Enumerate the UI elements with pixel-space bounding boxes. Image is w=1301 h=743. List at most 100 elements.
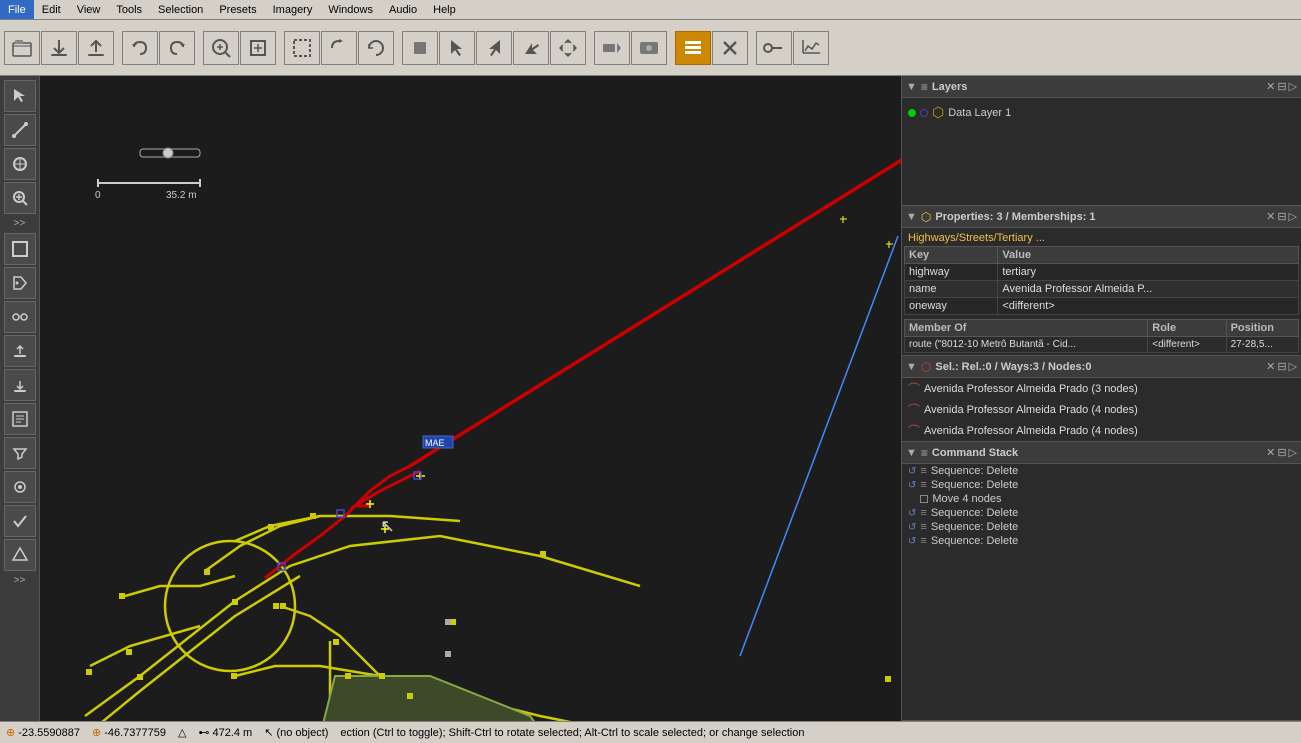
refresh-button[interactable]	[358, 31, 394, 65]
sel-collapse-icon[interactable]: ▼	[906, 361, 917, 373]
delete-button[interactable]	[712, 31, 748, 65]
cmd-label-5: Sequence: Delete	[931, 535, 1018, 547]
sel-expand-btn[interactable]: ▷	[1289, 360, 1297, 373]
layers-expand-btn[interactable]: ▷	[1289, 80, 1297, 93]
sel-road-icon-2: ⌒	[908, 422, 920, 439]
audio1-button[interactable]	[594, 31, 630, 65]
prop-row-oneway[interactable]: oneway <different>	[905, 298, 1299, 315]
cmd-icon-4: ↺	[908, 522, 916, 533]
paint-tool-sidebar[interactable]	[4, 471, 36, 503]
member-row-0[interactable]: route ("8012-10 Metrô Butantã - Cid... <…	[905, 337, 1299, 353]
props-collapse-icon[interactable]: ▼	[906, 211, 917, 223]
cmd-detach-btn[interactable]: ⊟	[1277, 446, 1286, 459]
download-button[interactable]	[41, 31, 77, 65]
select-tool-sidebar[interactable]	[4, 80, 36, 112]
select2-tool-button[interactable]	[476, 31, 512, 65]
menu-windows[interactable]: Windows	[320, 0, 381, 19]
zoom-extent-button[interactable]	[203, 31, 239, 65]
upload-button[interactable]	[78, 31, 114, 65]
check-tool-sidebar[interactable]	[4, 505, 36, 537]
cmd-icon-5: ↺	[908, 536, 916, 547]
cmd-expand-btn[interactable]: ▷	[1289, 446, 1297, 459]
node-tool-sidebar[interactable]	[4, 148, 36, 180]
audio2-button[interactable]	[631, 31, 667, 65]
select3-tool-button[interactable]	[513, 31, 549, 65]
menu-view[interactable]: View	[69, 0, 109, 19]
layer-item: ⬡ Data Layer 1	[906, 102, 1297, 123]
menu-imagery[interactable]: Imagery	[265, 0, 321, 19]
main-area: >> >>	[0, 76, 1301, 721]
line-tool-sidebar[interactable]	[4, 114, 36, 146]
select-tool-button[interactable]	[439, 31, 475, 65]
sel-detach-btn[interactable]: ⊟	[1277, 360, 1286, 373]
status-selection: ↖ (no object)	[264, 726, 328, 739]
layers-detach-btn[interactable]: ⊟	[1277, 80, 1286, 93]
menu-file[interactable]: File	[0, 0, 34, 19]
cmd-icon-1: ↺	[908, 480, 916, 491]
selection-header: ▼ ⬡ Sel.: Rel.:0 / Ways:3 / Nodes:0 ✕ ⊟ …	[902, 356, 1301, 378]
open-button[interactable]	[4, 31, 40, 65]
prop-row-name[interactable]: name Avenida Professor Almeida P...	[905, 281, 1299, 298]
tag-tool-sidebar[interactable]	[4, 267, 36, 299]
shape-tool-sidebar[interactable]	[4, 539, 36, 571]
area-tool-sidebar[interactable]	[4, 233, 36, 265]
prop-val-oneway: <different>	[998, 298, 1299, 315]
select-area-button[interactable]	[284, 31, 320, 65]
prop-row-highway[interactable]: highway tertiary	[905, 264, 1299, 281]
track-button[interactable]	[756, 31, 792, 65]
map-canvas[interactable]: MAE 0 35.2 m ↖	[40, 76, 901, 721]
props-expand-btn[interactable]: ▷	[1289, 210, 1297, 223]
cmd-item-4[interactable]: ↺ ≡ Sequence: Delete	[902, 520, 1301, 534]
undo-button[interactable]	[122, 31, 158, 65]
cmd-item-5[interactable]: ↺ ≡ Sequence: Delete	[902, 534, 1301, 548]
sel-close-btn[interactable]: ✕	[1266, 360, 1275, 373]
cmd-close-btn[interactable]: ✕	[1266, 446, 1275, 459]
lat-icon: ⊕	[6, 726, 15, 739]
sel-item-label-2: Avenida Professor Almeida Prado (4 nodes…	[924, 425, 1138, 437]
layer-name[interactable]: Data Layer 1	[948, 107, 1011, 119]
layers-collapse-icon[interactable]: ▼	[906, 81, 917, 93]
highlight-button[interactable]	[675, 31, 711, 65]
menu-help[interactable]: Help	[425, 0, 464, 19]
right-panel: ▼ ≡ Layers ✕ ⊟ ▷ ⬡ Data Layer 1	[901, 76, 1301, 721]
download-tool-sidebar[interactable]	[4, 369, 36, 401]
stop-button[interactable]	[402, 31, 438, 65]
layers-content: ⬡ Data Layer 1	[902, 98, 1301, 127]
cmd-collapse-icon[interactable]: ▼	[906, 447, 917, 459]
prop-val-highway: tertiary	[998, 264, 1299, 281]
history-tool-sidebar[interactable]	[4, 403, 36, 435]
more-tools-1[interactable]: >>	[12, 216, 28, 231]
rotate-button[interactable]	[321, 31, 357, 65]
highway-type-label[interactable]: Highways/Streets/Tertiary ...	[904, 230, 1299, 246]
cmd-controls: ✕ ⊟ ▷	[1266, 446, 1297, 459]
props-detach-btn[interactable]: ⊟	[1277, 210, 1286, 223]
menu-selection[interactable]: Selection	[150, 0, 211, 19]
relation-tool-sidebar[interactable]	[4, 301, 36, 333]
cmd-item-1[interactable]: ↺ ≡ Sequence: Delete	[902, 478, 1301, 492]
menu-audio[interactable]: Audio	[381, 0, 425, 19]
pan-button[interactable]	[550, 31, 586, 65]
menu-presets[interactable]: Presets	[211, 0, 264, 19]
chart-button[interactable]	[793, 31, 829, 65]
more-tools-2[interactable]: >>	[12, 573, 28, 588]
zoom-selection-button[interactable]	[240, 31, 276, 65]
menu-edit[interactable]: Edit	[34, 0, 69, 19]
sel-controls: ✕ ⊟ ▷	[1266, 360, 1297, 373]
distance-value: 472.4 m	[212, 727, 252, 739]
cmd-item-0[interactable]: ↺ ≡ Sequence: Delete	[902, 464, 1301, 478]
cmd-item-3[interactable]: ↺ ≡ Sequence: Delete	[902, 506, 1301, 520]
props-close-btn[interactable]: ✕	[1266, 210, 1275, 223]
layers-close-btn[interactable]: ✕	[1266, 80, 1275, 93]
sel-panel-icon: ⬡	[921, 360, 931, 374]
sel-item-2[interactable]: ⌒ Avenida Professor Almeida Prado (4 nod…	[902, 420, 1301, 441]
upload-tool-sidebar[interactable]	[4, 335, 36, 367]
sel-item-0[interactable]: ⌒ Avenida Professor Almeida Prado (3 nod…	[902, 378, 1301, 399]
sel-item-1[interactable]: ⌒ Avenida Professor Almeida Prado (4 nod…	[902, 399, 1301, 420]
redo-button[interactable]	[159, 31, 195, 65]
zoom-sidebar[interactable]	[4, 182, 36, 214]
cmd-item-2[interactable]: ↺ Move 4 nodes	[902, 492, 1301, 506]
prop-key-highway: highway	[905, 264, 998, 281]
cmd-square-icon-2	[920, 495, 928, 503]
filter-tool-sidebar[interactable]	[4, 437, 36, 469]
menu-tools[interactable]: Tools	[108, 0, 150, 19]
